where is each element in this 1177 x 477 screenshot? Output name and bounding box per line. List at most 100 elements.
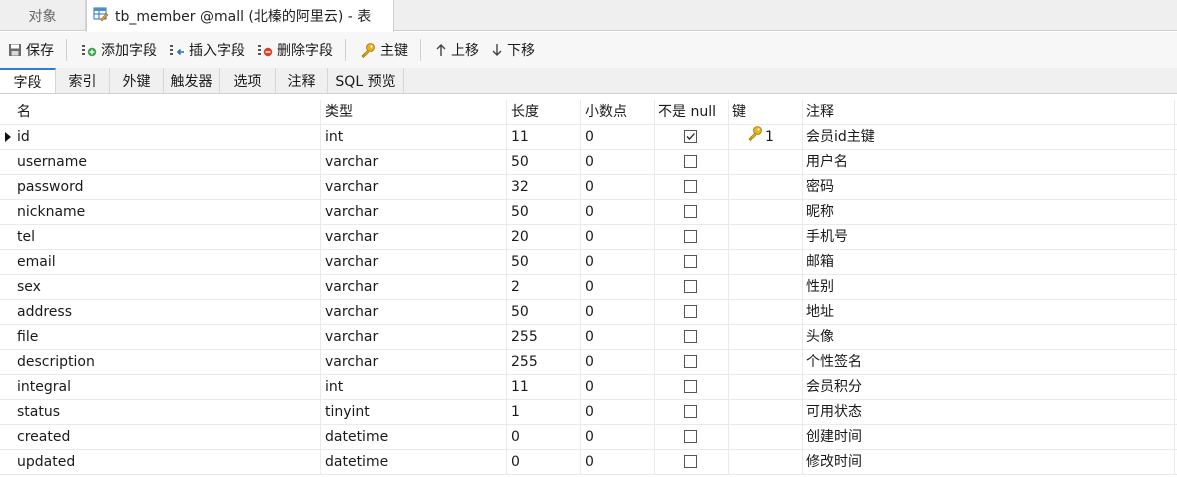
field-type-cell[interactable]: datetime: [321, 425, 507, 449]
field-length-cell[interactable]: 11: [507, 375, 581, 399]
field-length-cell[interactable]: 50: [507, 300, 581, 324]
add-field-button[interactable]: 添加字段: [77, 36, 161, 64]
field-name-cell[interactable]: updated: [13, 450, 321, 474]
field-name-cell[interactable]: tel: [13, 225, 321, 249]
not-null-checkbox[interactable]: [684, 130, 697, 143]
field-row[interactable]: integral int 11 0 会员积分: [0, 375, 1177, 400]
field-name-cell[interactable]: password: [13, 175, 321, 199]
not-null-checkbox[interactable]: [684, 380, 697, 393]
field-name-cell[interactable]: description: [13, 350, 321, 374]
field-row[interactable]: address varchar 50 0 地址: [0, 300, 1177, 325]
field-name-cell[interactable]: sex: [13, 275, 321, 299]
field-comment-cell[interactable]: 性别: [803, 275, 1175, 299]
header-key[interactable]: 键: [729, 100, 803, 124]
field-type-cell[interactable]: varchar: [321, 275, 507, 299]
field-type-cell[interactable]: varchar: [321, 200, 507, 224]
field-decimals-cell[interactable]: 0: [581, 400, 655, 424]
not-null-checkbox[interactable]: [684, 305, 697, 318]
field-length-cell[interactable]: 2: [507, 275, 581, 299]
field-key-cell[interactable]: [729, 275, 803, 299]
field-key-cell[interactable]: [729, 325, 803, 349]
not-null-checkbox[interactable]: [684, 330, 697, 343]
field-decimals-cell[interactable]: 0: [581, 300, 655, 324]
field-row[interactable]: file varchar 255 0 头像: [0, 325, 1177, 350]
field-length-cell[interactable]: 0: [507, 450, 581, 474]
field-type-cell[interactable]: varchar: [321, 150, 507, 174]
not-null-checkbox[interactable]: [684, 230, 697, 243]
tab-triggers[interactable]: 触发器: [164, 68, 220, 93]
field-key-cell[interactable]: [729, 300, 803, 324]
not-null-checkbox[interactable]: [684, 255, 697, 268]
field-row[interactable]: nickname varchar 50 0 昵称: [0, 200, 1177, 225]
not-null-checkbox[interactable]: [684, 455, 697, 468]
field-type-cell[interactable]: varchar: [321, 300, 507, 324]
field-decimals-cell[interactable]: 0: [581, 275, 655, 299]
field-key-cell[interactable]: [729, 150, 803, 174]
field-decimals-cell[interactable]: 0: [581, 200, 655, 224]
not-null-checkbox[interactable]: [684, 180, 697, 193]
insert-field-button[interactable]: 插入字段: [165, 36, 249, 64]
field-row[interactable]: updated datetime 0 0 修改时间: [0, 450, 1177, 475]
field-key-cell[interactable]: [729, 400, 803, 424]
tab-sql-preview[interactable]: SQL 预览: [328, 68, 404, 93]
field-length-cell[interactable]: 0: [507, 425, 581, 449]
field-length-cell[interactable]: 50: [507, 250, 581, 274]
not-null-checkbox[interactable]: [684, 405, 697, 418]
tab-foreign-keys[interactable]: 外键: [110, 68, 164, 93]
save-button[interactable]: 保存: [4, 36, 58, 64]
field-row[interactable]: created datetime 0 0 创建时间: [0, 425, 1177, 450]
field-name-cell[interactable]: username: [13, 150, 321, 174]
header-name[interactable]: 名: [13, 100, 321, 124]
field-key-cell[interactable]: [729, 425, 803, 449]
field-key-cell[interactable]: [729, 450, 803, 474]
field-length-cell[interactable]: 20: [507, 225, 581, 249]
field-row[interactable]: description varchar 255 0 个性签名: [0, 350, 1177, 375]
field-comment-cell[interactable]: 用户名: [803, 150, 1175, 174]
field-type-cell[interactable]: datetime: [321, 450, 507, 474]
not-null-checkbox[interactable]: [684, 155, 697, 168]
field-name-cell[interactable]: integral: [13, 375, 321, 399]
field-comment-cell[interactable]: 邮箱: [803, 250, 1175, 274]
field-comment-cell[interactable]: 手机号: [803, 225, 1175, 249]
field-row[interactable]: status tinyint 1 0 可用状态: [0, 400, 1177, 425]
field-decimals-cell[interactable]: 0: [581, 425, 655, 449]
tab-comment[interactable]: 注释: [276, 68, 328, 93]
field-type-cell[interactable]: varchar: [321, 175, 507, 199]
field-row[interactable]: email varchar 50 0 邮箱: [0, 250, 1177, 275]
move-up-button[interactable]: 上移: [431, 36, 483, 64]
field-type-cell[interactable]: varchar: [321, 225, 507, 249]
header-length[interactable]: 长度: [507, 100, 581, 124]
not-null-checkbox[interactable]: [684, 355, 697, 368]
field-comment-cell[interactable]: 会员积分: [803, 375, 1175, 399]
field-comment-cell[interactable]: 地址: [803, 300, 1175, 324]
field-type-cell[interactable]: int: [321, 375, 507, 399]
field-decimals-cell[interactable]: 0: [581, 125, 655, 149]
field-comment-cell[interactable]: 个性签名: [803, 350, 1175, 374]
not-null-checkbox[interactable]: [684, 430, 697, 443]
field-length-cell[interactable]: 255: [507, 325, 581, 349]
field-comment-cell[interactable]: 创建时间: [803, 425, 1175, 449]
field-row[interactable]: sex varchar 2 0 性别: [0, 275, 1177, 300]
field-type-cell[interactable]: varchar: [321, 350, 507, 374]
field-type-cell[interactable]: tinyint: [321, 400, 507, 424]
field-type-cell[interactable]: varchar: [321, 325, 507, 349]
field-decimals-cell[interactable]: 0: [581, 175, 655, 199]
field-decimals-cell[interactable]: 0: [581, 225, 655, 249]
header-comment[interactable]: 注释: [803, 100, 1175, 124]
field-length-cell[interactable]: 1: [507, 400, 581, 424]
field-row[interactable]: username varchar 50 0 用户名: [0, 150, 1177, 175]
field-comment-cell[interactable]: 可用状态: [803, 400, 1175, 424]
field-row[interactable]: id int 11 0 1 会员id主键: [0, 125, 1177, 150]
field-key-cell[interactable]: 1: [729, 125, 803, 149]
tab-indexes[interactable]: 索引: [56, 68, 110, 93]
field-decimals-cell[interactable]: 0: [581, 375, 655, 399]
field-name-cell[interactable]: file: [13, 325, 321, 349]
header-not-null[interactable]: 不是 null: [655, 100, 729, 124]
field-comment-cell[interactable]: 头像: [803, 325, 1175, 349]
field-length-cell[interactable]: 11: [507, 125, 581, 149]
field-length-cell[interactable]: 32: [507, 175, 581, 199]
field-type-cell[interactable]: varchar: [321, 250, 507, 274]
delete-field-button[interactable]: 删除字段: [253, 36, 337, 64]
header-decimals[interactable]: 小数点: [581, 100, 655, 124]
field-decimals-cell[interactable]: 0: [581, 350, 655, 374]
